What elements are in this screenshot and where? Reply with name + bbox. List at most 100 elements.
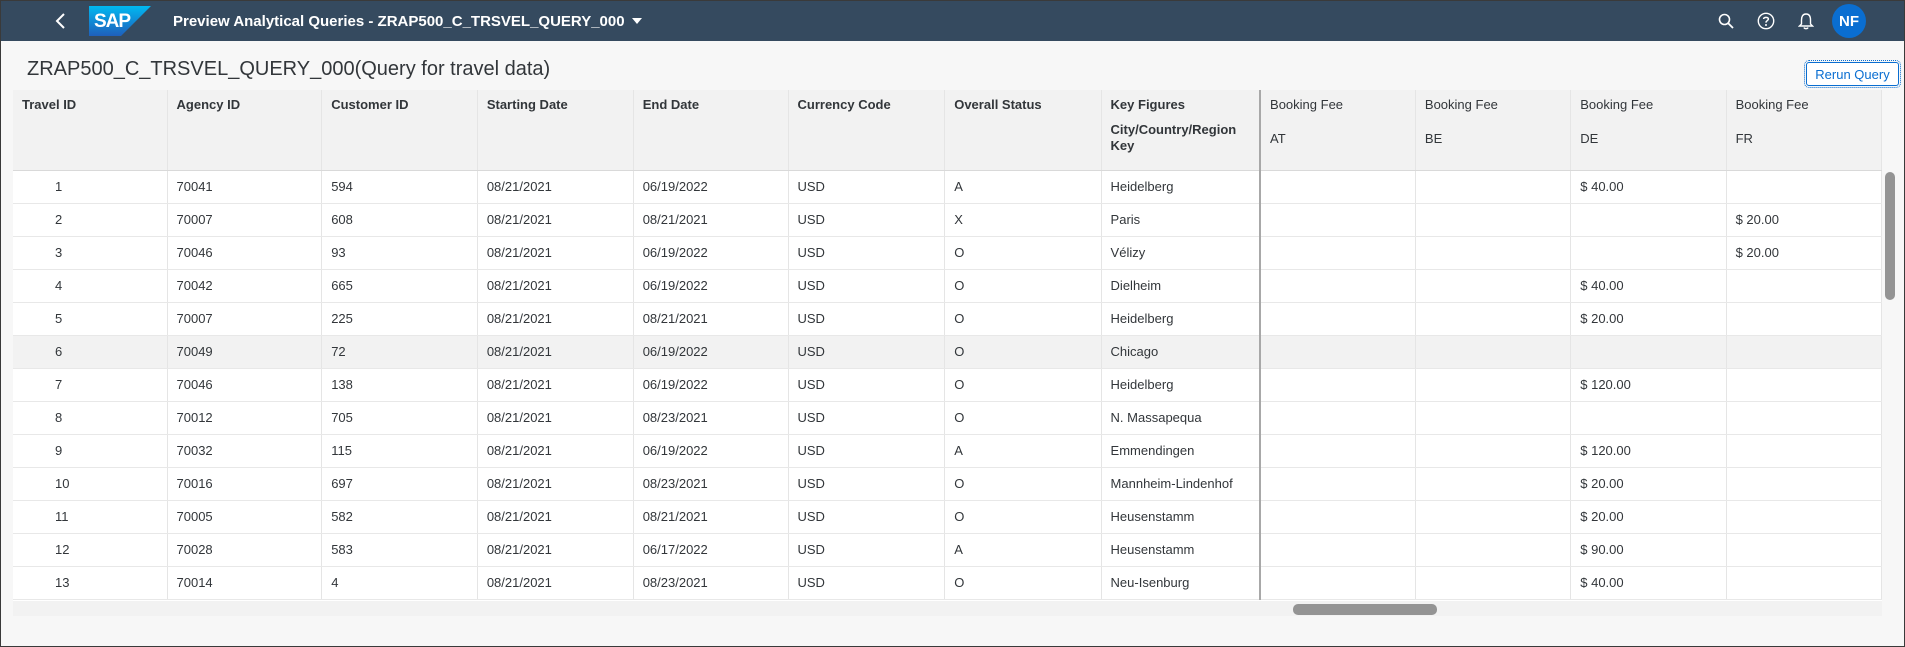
- cell-currency-code[interactable]: USD: [788, 500, 946, 534]
- cell-customer-id[interactable]: 72: [321, 335, 478, 369]
- cell-booking-fee-at[interactable]: [1260, 434, 1416, 468]
- cell-customer-id[interactable]: 93: [321, 236, 478, 270]
- app-title-menu[interactable]: Preview Analytical Queries - ZRAP500_C_T…: [173, 13, 642, 30]
- col-header-key-figures[interactable]: Key Figures City/Country/Region Key: [1101, 90, 1262, 171]
- col-header-booking-fee-de[interactable]: Booking Fee DE: [1570, 90, 1727, 171]
- cell-end-date[interactable]: 06/19/2022: [633, 269, 789, 303]
- cell-booking-fee-be[interactable]: [1415, 236, 1572, 270]
- cell-agency-id[interactable]: 70042: [167, 269, 323, 303]
- table-row[interactable]: 12 70028 583 08/21/2021 06/17/2022 USD A Heusen…: [13, 533, 1882, 567]
- cell-overall-status[interactable]: O: [944, 335, 1102, 369]
- cell-booking-fee-fr[interactable]: [1726, 434, 1882, 468]
- cell-booking-fee-fr[interactable]: [1726, 566, 1882, 600]
- cell-overall-status[interactable]: O: [944, 269, 1102, 303]
- cell-end-date[interactable]: 06/19/2022: [633, 236, 789, 270]
- cell-end-date[interactable]: 08/23/2021: [633, 467, 789, 501]
- cell-booking-fee-at[interactable]: [1260, 467, 1416, 501]
- cell-booking-fee-fr[interactable]: [1726, 269, 1882, 303]
- cell-currency-code[interactable]: USD: [788, 302, 946, 336]
- cell-booking-fee-be[interactable]: [1415, 269, 1572, 303]
- cell-booking-fee-de[interactable]: $ 40.00: [1570, 566, 1727, 600]
- back-button[interactable]: [41, 1, 81, 41]
- cell-starting-date[interactable]: 08/21/2021: [477, 401, 634, 435]
- cell-end-date[interactable]: 06/19/2022: [633, 434, 789, 468]
- cell-overall-status[interactable]: O: [944, 302, 1102, 336]
- cell-currency-code[interactable]: USD: [788, 170, 946, 204]
- cell-customer-id[interactable]: 225: [321, 302, 478, 336]
- cell-overall-status[interactable]: O: [944, 467, 1102, 501]
- cell-booking-fee-at[interactable]: [1260, 533, 1416, 567]
- table-row[interactable]: 13 70014 4 08/21/2021 08/23/2021 USD O Neu-Isen…: [13, 566, 1882, 600]
- cell-travel-id[interactable]: 7: [13, 368, 168, 402]
- cell-booking-fee-at[interactable]: [1260, 335, 1416, 369]
- cell-city[interactable]: Heidelberg: [1101, 302, 1262, 336]
- cell-booking-fee-fr[interactable]: [1726, 368, 1882, 402]
- horizontal-scroll-thumb[interactable]: [1293, 604, 1437, 615]
- cell-travel-id[interactable]: 11: [13, 500, 168, 534]
- table-row[interactable]: 2 70007 608 08/21/2021 08/21/2021 USD X Paris $ …: [13, 203, 1882, 237]
- cell-booking-fee-fr[interactable]: [1726, 302, 1882, 336]
- cell-booking-fee-fr[interactable]: [1726, 500, 1882, 534]
- cell-travel-id[interactable]: 13: [13, 566, 168, 600]
- cell-city[interactable]: Heidelberg: [1101, 170, 1262, 204]
- cell-city[interactable]: Neu-Isenburg: [1101, 566, 1262, 600]
- cell-booking-fee-be[interactable]: [1415, 500, 1572, 534]
- cell-end-date[interactable]: 06/19/2022: [633, 368, 789, 402]
- cell-agency-id[interactable]: 70005: [167, 500, 323, 534]
- cell-city[interactable]: Heidelberg: [1101, 368, 1262, 402]
- cell-end-date[interactable]: 08/21/2021: [633, 203, 789, 237]
- cell-overall-status[interactable]: A: [944, 434, 1102, 468]
- col-header-travel-id[interactable]: Travel ID: [13, 90, 168, 171]
- cell-booking-fee-at[interactable]: [1260, 401, 1416, 435]
- cell-customer-id[interactable]: 608: [321, 203, 478, 237]
- cell-currency-code[interactable]: USD: [788, 368, 946, 402]
- cell-agency-id[interactable]: 70007: [167, 302, 323, 336]
- cell-end-date[interactable]: 06/19/2022: [633, 170, 789, 204]
- cell-agency-id[interactable]: 70014: [167, 566, 323, 600]
- cell-agency-id[interactable]: 70032: [167, 434, 323, 468]
- cell-starting-date[interactable]: 08/21/2021: [477, 203, 634, 237]
- cell-city[interactable]: Heusenstamm: [1101, 500, 1262, 534]
- cell-agency-id[interactable]: 70012: [167, 401, 323, 435]
- cell-overall-status[interactable]: O: [944, 236, 1102, 270]
- cell-end-date[interactable]: 06/17/2022: [633, 533, 789, 567]
- cell-customer-id[interactable]: 583: [321, 533, 478, 567]
- cell-starting-date[interactable]: 08/21/2021: [477, 500, 634, 534]
- col-header-currency-code[interactable]: Currency Code: [788, 90, 946, 171]
- col-header-starting-date[interactable]: Starting Date: [477, 90, 634, 171]
- cell-city[interactable]: Chicago: [1101, 335, 1262, 369]
- cell-booking-fee-at[interactable]: [1260, 566, 1416, 600]
- cell-booking-fee-de[interactable]: $ 90.00: [1570, 533, 1727, 567]
- sap-logo[interactable]: SAP: [89, 6, 151, 36]
- cell-currency-code[interactable]: USD: [788, 203, 946, 237]
- cell-overall-status[interactable]: O: [944, 500, 1102, 534]
- table-row[interactable]: 8 70012 705 08/21/2021 08/23/2021 USD O N. Mass…: [13, 401, 1882, 435]
- cell-overall-status[interactable]: X: [944, 203, 1102, 237]
- cell-travel-id[interactable]: 8: [13, 401, 168, 435]
- cell-customer-id[interactable]: 582: [321, 500, 478, 534]
- cell-booking-fee-at[interactable]: [1260, 269, 1416, 303]
- col-header-end-date[interactable]: End Date: [633, 90, 789, 171]
- table-row[interactable]: 10 70016 697 08/21/2021 08/23/2021 USD O Mannhe…: [13, 467, 1882, 501]
- cell-booking-fee-at[interactable]: [1260, 302, 1416, 336]
- cell-booking-fee-fr[interactable]: $ 20.00: [1726, 236, 1882, 270]
- cell-booking-fee-de[interactable]: $ 20.00: [1570, 302, 1727, 336]
- cell-starting-date[interactable]: 08/21/2021: [477, 368, 634, 402]
- cell-booking-fee-de[interactable]: $ 120.00: [1570, 434, 1727, 468]
- search-button[interactable]: [1706, 1, 1746, 41]
- cell-booking-fee-be[interactable]: [1415, 302, 1572, 336]
- cell-booking-fee-fr[interactable]: [1726, 401, 1882, 435]
- cell-currency-code[interactable]: USD: [788, 335, 946, 369]
- cell-booking-fee-be[interactable]: [1415, 203, 1572, 237]
- cell-travel-id[interactable]: 9: [13, 434, 168, 468]
- cell-booking-fee-be[interactable]: [1415, 170, 1572, 204]
- cell-booking-fee-at[interactable]: [1260, 368, 1416, 402]
- cell-overall-status[interactable]: O: [944, 566, 1102, 600]
- cell-travel-id[interactable]: 3: [13, 236, 168, 270]
- cell-booking-fee-fr[interactable]: [1726, 170, 1882, 204]
- cell-booking-fee-fr[interactable]: [1726, 467, 1882, 501]
- cell-booking-fee-be[interactable]: [1415, 467, 1572, 501]
- cell-booking-fee-de[interactable]: $ 40.00: [1570, 269, 1727, 303]
- cell-travel-id[interactable]: 1: [13, 170, 168, 204]
- cell-city[interactable]: Mannheim-Lindenhof: [1101, 467, 1262, 501]
